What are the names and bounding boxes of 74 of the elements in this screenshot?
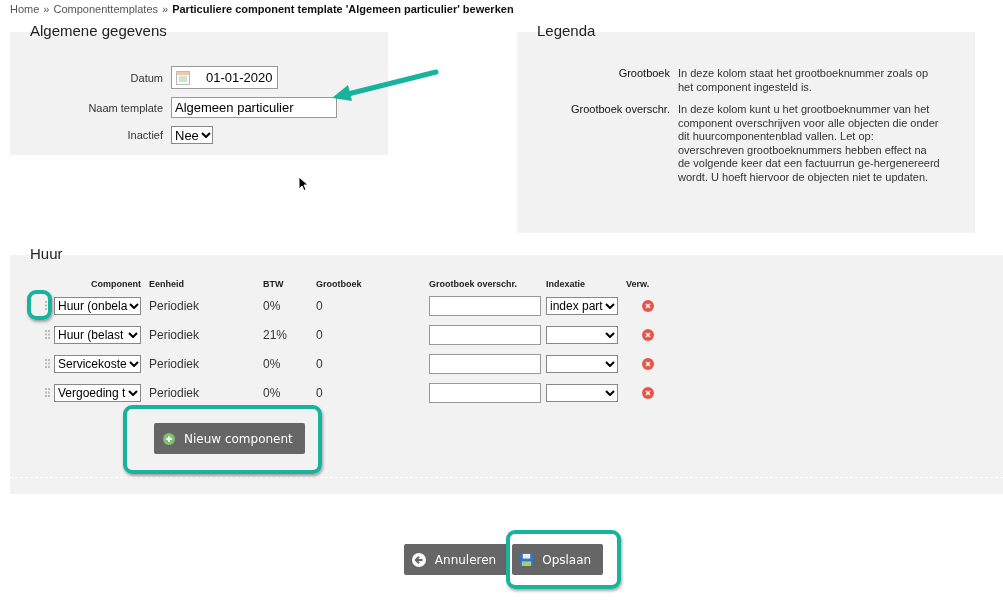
chevron-down-icon xyxy=(200,132,211,138)
date-field[interactable]: 01-01-2020 xyxy=(171,66,278,89)
table-cell-text: 21% xyxy=(263,327,289,342)
name-field[interactable]: Algemeen particulier xyxy=(171,97,337,118)
indexation-select[interactable] xyxy=(546,383,618,402)
mouse-cursor-icon xyxy=(298,176,308,191)
cancel-button[interactable]: Annuleren xyxy=(403,544,509,575)
legend-term: Grootboek xyxy=(617,67,670,81)
panel-title: Legenda xyxy=(537,22,596,39)
table-cell-text: 0 xyxy=(316,327,324,342)
delete-icon[interactable] xyxy=(642,357,654,370)
highlight-frame xyxy=(27,290,52,320)
legend-description: In deze kolom kunt u het grootboeknummer van het component overschrijven voor alle objecten die onder dit huurcomponentenblad vallen. Let op: overschreven grootboeknummers hebben effect na de volgende keer dat een factuurrun ge-hergenereerd wordt. U hoeft hiervoor de objecten niet te updaten. xyxy=(678,103,940,184)
chevron-down-icon xyxy=(605,302,615,309)
table-cell-text: 0 xyxy=(316,356,324,371)
table-cell-text: Periodiek xyxy=(149,327,201,342)
column-header: Indexatie xyxy=(546,279,586,291)
table-cell-text: 0% xyxy=(263,356,282,371)
chevron-down-icon xyxy=(128,331,138,338)
field-label: Datum xyxy=(130,71,163,84)
chevron-down-icon xyxy=(605,389,615,396)
component-select[interactable]: Huur (belast xyxy=(54,325,141,344)
chevron-down-icon xyxy=(605,360,615,367)
component-select[interactable]: Vergoeding t xyxy=(54,383,141,402)
ledger-override-field[interactable] xyxy=(429,295,541,316)
table-cell-text: Periodiek xyxy=(149,385,201,400)
back-arrow-icon xyxy=(411,552,426,567)
delete-icon[interactable] xyxy=(642,328,654,341)
chevron-down-icon xyxy=(129,302,140,309)
column-header: BTW xyxy=(263,279,285,291)
ledger-override-field[interactable] xyxy=(429,353,541,374)
column-header: Eenheid xyxy=(149,279,185,291)
plus-icon xyxy=(163,432,175,445)
ledger-override-field[interactable] xyxy=(429,382,541,403)
table-cell-text: 0 xyxy=(316,298,324,313)
add-component-button[interactable]: Nieuw component xyxy=(154,423,305,454)
drag-handle-icon[interactable] xyxy=(44,301,50,310)
calendar-icon xyxy=(176,70,190,85)
table-cell-text: 0% xyxy=(263,385,282,400)
ledger-override-field[interactable] xyxy=(429,324,541,345)
breadcrumb-separator: » xyxy=(162,3,169,17)
indexation-select[interactable] xyxy=(546,325,618,344)
table-cell-text: Periodiek xyxy=(149,298,201,313)
column-header: Grootboek xyxy=(316,279,363,291)
chevron-down-icon xyxy=(128,360,139,367)
breadcrumb-separator: » xyxy=(43,3,50,17)
column-header: Component xyxy=(90,279,142,291)
breadcrumb-item[interactable]: Componenttemplates xyxy=(53,3,159,19)
delete-icon[interactable] xyxy=(642,299,654,312)
indexation-select[interactable] xyxy=(546,354,618,373)
drag-handle-icon[interactable] xyxy=(44,388,50,397)
delete-icon[interactable] xyxy=(642,386,654,399)
table-cell-text: 0% xyxy=(263,298,282,313)
panel-title: Huur xyxy=(30,245,63,262)
field-label: Inactief xyxy=(127,129,163,141)
save-button[interactable]: Opslaan xyxy=(512,544,604,575)
indexation-select[interactable]: index part xyxy=(546,296,618,315)
table-cell-text: 0 xyxy=(316,385,324,400)
column-header: Grootboek overschr. xyxy=(429,279,519,291)
chevron-down-icon xyxy=(605,331,615,338)
column-header: Verw. xyxy=(626,279,651,291)
save-icon xyxy=(520,553,534,566)
breadcrumb-item: Particuliere component template 'Algemeen particulier' bewerken xyxy=(172,3,514,17)
drag-handle-icon[interactable] xyxy=(44,330,50,339)
breadcrumb-item[interactable]: Home xyxy=(10,3,40,19)
chevron-down-icon xyxy=(128,389,138,396)
component-select[interactable]: Huur (onbela xyxy=(54,296,141,315)
drag-handle-icon[interactable] xyxy=(44,359,50,368)
legend-description: In deze kolom staat het grootboeknummer zoals op het component ingesteld is. xyxy=(678,67,930,94)
panel-title: Algemene gegevens xyxy=(30,22,167,39)
component-select[interactable]: Servicekoste xyxy=(54,354,141,373)
field-label: Naam template xyxy=(88,101,163,114)
legend-term: Grootboek overschr. xyxy=(569,103,670,117)
table-cell-text: Periodiek xyxy=(149,356,201,371)
